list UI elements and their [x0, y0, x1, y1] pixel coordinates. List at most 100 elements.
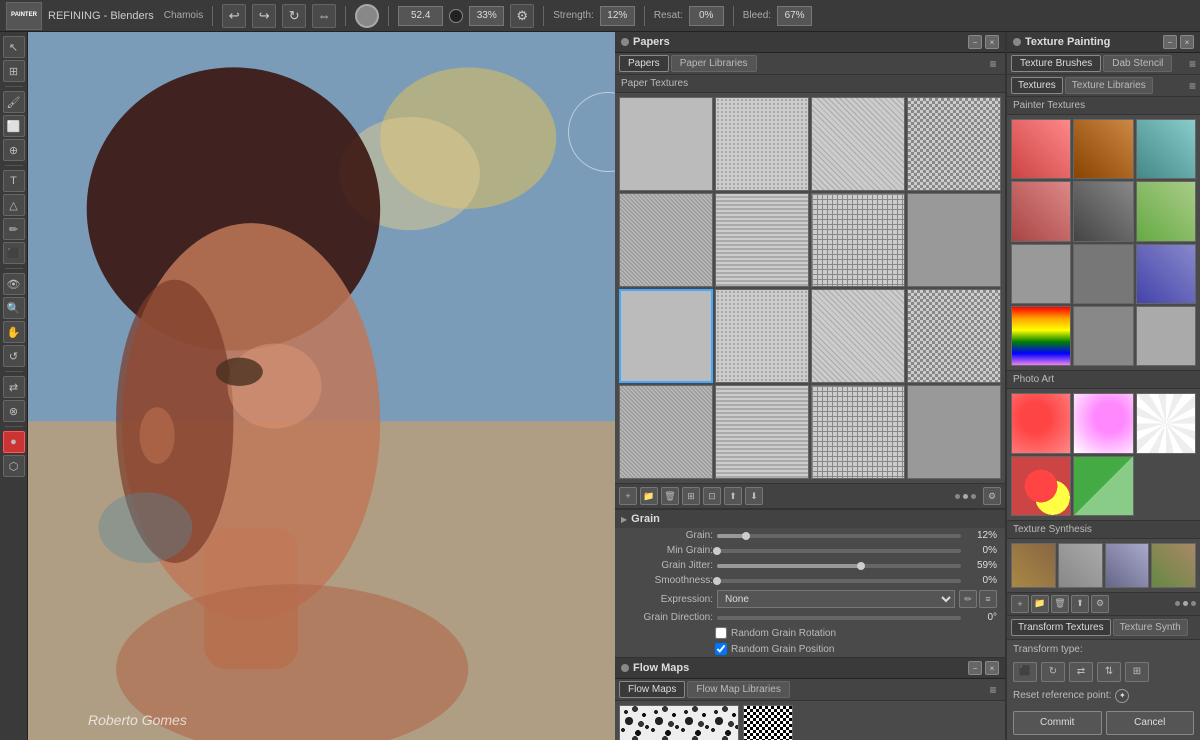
- xf-move-icon[interactable]: ⬛: [1013, 662, 1037, 682]
- texture-thumb-5[interactable]: [619, 193, 713, 287]
- tool-mirror[interactable]: ⇄: [3, 376, 25, 398]
- papers-tab-libraries[interactable]: Paper Libraries: [671, 55, 757, 72]
- texture-thumb-14[interactable]: [715, 385, 809, 479]
- undo-button[interactable]: ↩: [222, 4, 246, 28]
- synth-dot-2[interactable]: [1183, 601, 1188, 606]
- resat-input[interactable]: 0%: [689, 6, 724, 26]
- texture-thumb-10[interactable]: [715, 289, 809, 383]
- synth-delete-btn[interactable]: 🗑: [1051, 595, 1069, 613]
- synth-thumb-1[interactable]: [1011, 543, 1056, 588]
- xf-flip-v-icon[interactable]: ⇅: [1097, 662, 1121, 682]
- synth-folder-btn[interactable]: 📁: [1031, 595, 1049, 613]
- painter-thumb-8[interactable]: [1073, 244, 1133, 304]
- brush-size-input[interactable]: 52.4: [398, 6, 443, 26]
- brush-settings-button[interactable]: ⚙: [510, 4, 534, 28]
- synth-dot-1[interactable]: [1175, 601, 1180, 606]
- tool-crop[interactable]: ⊞: [3, 60, 25, 82]
- jitter-slider[interactable]: [717, 564, 961, 568]
- photo-thumb-1[interactable]: [1011, 393, 1071, 453]
- papers-tab-papers[interactable]: Papers: [619, 55, 669, 72]
- synth-settings-btn[interactable]: ⚙: [1091, 595, 1109, 613]
- random-rotation-checkbox[interactable]: [715, 627, 727, 639]
- tool-swatch[interactable]: ⬡: [3, 455, 25, 477]
- texture-thumb-11[interactable]: [811, 289, 905, 383]
- synth-dot-3[interactable]: [1191, 601, 1196, 606]
- ptb-add-btn[interactable]: +: [619, 487, 637, 505]
- flowmaps-qr-thumb[interactable]: ⬆: [743, 705, 793, 740]
- ptb-dot-3[interactable]: [971, 494, 976, 499]
- ptb-folder-btn[interactable]: 📁: [640, 487, 658, 505]
- synth-import-btn[interactable]: ⬆: [1071, 595, 1089, 613]
- texture-thumb-2[interactable]: [715, 97, 809, 191]
- texture-close-btn[interactable]: ×: [1180, 35, 1194, 49]
- ptb-settings-btn[interactable]: ⚙: [983, 487, 1001, 505]
- tool-zoom[interactable]: 🔍: [3, 297, 25, 319]
- ptb-resize-btn[interactable]: ⊡: [703, 487, 721, 505]
- xf-scale-icon[interactable]: ⊞: [1125, 662, 1149, 682]
- photo-thumb-4[interactable]: [1011, 456, 1071, 516]
- tool-text[interactable]: T: [3, 170, 25, 192]
- papers-menu-btn[interactable]: ≡: [985, 56, 1001, 72]
- tool-clone[interactable]: ⊕: [3, 139, 25, 161]
- texture-minimize-btn[interactable]: −: [1163, 35, 1177, 49]
- papers-minimize-btn[interactable]: −: [968, 35, 982, 49]
- texture-thumb-4[interactable]: [907, 97, 1001, 191]
- strength-input[interactable]: 12%: [600, 6, 635, 26]
- painter-thumb-11[interactable]: [1073, 306, 1133, 366]
- grain-slider[interactable]: [717, 534, 961, 538]
- bleed-input[interactable]: 67%: [777, 6, 812, 26]
- xf-rotate-icon[interactable]: ↻: [1041, 662, 1065, 682]
- texture-sub-menu-btn[interactable]: ≡: [1189, 79, 1196, 93]
- texture-thumb-1[interactable]: [619, 97, 713, 191]
- expression-select[interactable]: None: [717, 590, 955, 608]
- tool-eraser[interactable]: ⬜: [3, 115, 25, 137]
- texture-tab-brushes[interactable]: Texture Brushes: [1011, 55, 1101, 72]
- photo-thumb-2[interactable]: [1073, 393, 1133, 453]
- commit-button[interactable]: Commit: [1013, 711, 1102, 735]
- random-position-checkbox[interactable]: [715, 643, 727, 655]
- painter-thumb-2[interactable]: [1073, 119, 1133, 179]
- texture-tab-dab[interactable]: Dab Stencil: [1103, 55, 1172, 72]
- grain-section-header[interactable]: ▶ Grain: [615, 510, 1005, 528]
- tool-rotate[interactable]: ↺: [3, 345, 25, 367]
- synth-add-btn[interactable]: +: [1011, 595, 1029, 613]
- tool-fill[interactable]: ⬛: [3, 242, 25, 264]
- texture-thumb-9[interactable]: [619, 289, 713, 383]
- ptb-dot-1[interactable]: [955, 494, 960, 499]
- direction-slider[interactable]: [717, 616, 961, 620]
- texture-thumb-13[interactable]: [619, 385, 713, 479]
- texture-sub-tab-libraries[interactable]: Texture Libraries: [1065, 77, 1153, 94]
- tool-brush[interactable]: 🖌: [3, 91, 25, 113]
- photo-thumb-5[interactable]: [1073, 456, 1133, 516]
- painter-thumb-1[interactable]: [1011, 119, 1071, 179]
- flowmaps-gravel-thumb[interactable]: GravelH:484 Px.W:484 Px.: [619, 705, 739, 740]
- painter-thumb-10[interactable]: [1011, 306, 1071, 366]
- redo-button[interactable]: ↪: [252, 4, 276, 28]
- tool-color[interactable]: ●: [3, 431, 25, 453]
- ptb-grid-btn[interactable]: ⊞: [682, 487, 700, 505]
- ptb-delete-btn[interactable]: 🗑: [661, 487, 679, 505]
- brush-preview[interactable]: [355, 4, 379, 28]
- expr-menu-btn[interactable]: ≡: [979, 590, 997, 608]
- tool-pan[interactable]: ✋: [3, 321, 25, 343]
- photo-thumb-3[interactable]: [1136, 393, 1196, 453]
- flowmaps-minimize-btn[interactable]: −: [968, 661, 982, 675]
- tool-shape[interactable]: △: [3, 194, 25, 216]
- transform-tab-synth[interactable]: Texture Synth: [1113, 619, 1188, 636]
- tool-pen[interactable]: ✏: [3, 218, 25, 240]
- synth-thumb-2[interactable]: [1058, 543, 1103, 588]
- synth-thumb-3[interactable]: [1105, 543, 1150, 588]
- texture-thumb-16[interactable]: [907, 385, 1001, 479]
- texture-menu-btn[interactable]: ≡: [1189, 57, 1196, 71]
- ptb-export-btn[interactable]: ⬇: [745, 487, 763, 505]
- texture-thumb-8[interactable]: [907, 193, 1001, 287]
- xf-flip-h-icon[interactable]: ⇄: [1069, 662, 1093, 682]
- flowmaps-menu-btn[interactable]: ≡: [985, 682, 1001, 698]
- painter-thumb-9[interactable]: [1136, 244, 1196, 304]
- texture-thumb-12[interactable]: [907, 289, 1001, 383]
- texture-thumb-6[interactable]: [715, 193, 809, 287]
- painter-thumb-4[interactable]: [1011, 181, 1071, 241]
- mirror-button[interactable]: ⇔: [312, 4, 336, 28]
- tool-symmetry[interactable]: ⊗: [3, 400, 25, 422]
- flowmaps-close-btn[interactable]: ×: [985, 661, 999, 675]
